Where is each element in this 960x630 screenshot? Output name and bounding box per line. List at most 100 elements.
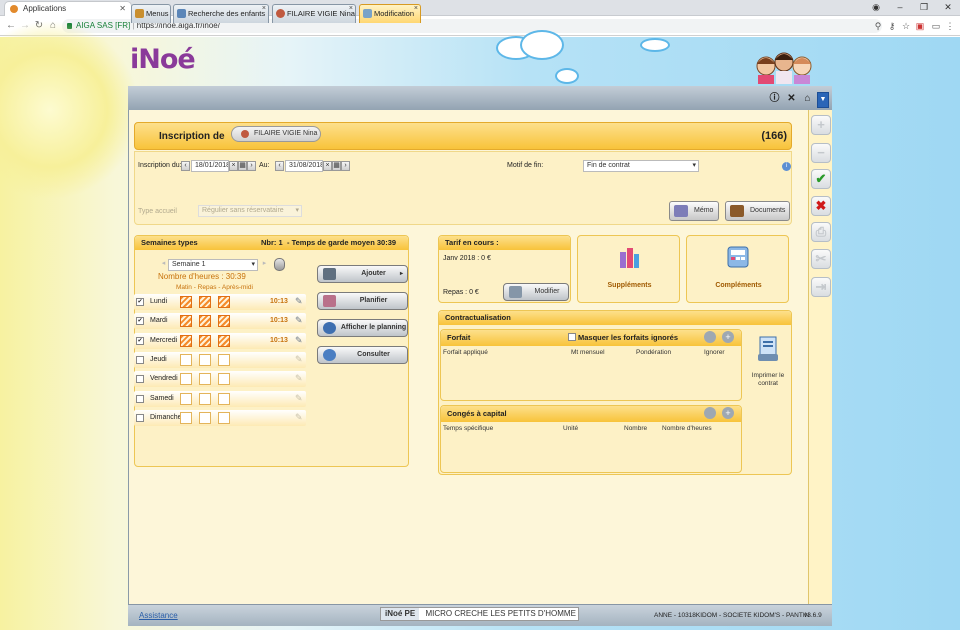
week-select[interactable]: Semaine 1 ▾ <box>168 259 258 271</box>
exit-icon[interactable]: ⇥ <box>811 277 831 297</box>
time-slot-cell[interactable] <box>199 412 211 424</box>
tab-child[interactable]: FILAIRE VIGIE Nina × <box>272 4 356 23</box>
close-all-icon[interactable]: ✕ <box>785 92 798 106</box>
documents-button[interactable]: Documents <box>725 201 790 221</box>
home-icon[interactable]: ⌂ <box>801 92 814 106</box>
time-slot-cell[interactable] <box>199 315 211 327</box>
cast-icon[interactable]: ▭ <box>930 19 942 33</box>
tools-icon[interactable] <box>704 331 716 343</box>
cancel-x-icon[interactable]: ✖ <box>811 196 831 216</box>
time-slot-cell[interactable] <box>180 335 192 347</box>
menu-dots-icon[interactable]: ⋮ <box>944 19 956 33</box>
time-slot-cell[interactable] <box>218 315 230 327</box>
time-slot-cell[interactable] <box>180 354 192 366</box>
time-slot-cell[interactable] <box>199 296 211 308</box>
info-icon[interactable]: ⓘ <box>768 92 781 106</box>
time-slot-cell[interactable] <box>199 373 211 385</box>
browser-tab[interactable]: Applications ✕ <box>4 1 132 16</box>
time-slot-cell[interactable] <box>199 393 211 405</box>
remove-icon[interactable]: − <box>811 143 831 163</box>
tab-modification[interactable]: Modification × <box>359 4 421 23</box>
date-next-icon[interactable]: › <box>341 161 350 171</box>
assistance-link[interactable]: Assistance <box>139 611 178 620</box>
time-slot-cell[interactable] <box>180 315 192 327</box>
minimize-icon[interactable]: – <box>888 0 912 16</box>
day-checkbox[interactable] <box>136 375 144 383</box>
time-slot-cell[interactable] <box>218 393 230 405</box>
time-slot-cell[interactable] <box>218 335 230 347</box>
add-icon[interactable]: + <box>722 331 734 343</box>
restore-icon[interactable]: ❐ <box>912 0 936 16</box>
date-from-input[interactable]: 18/01/2018 <box>191 160 229 172</box>
window-close-icon[interactable]: ✕ <box>936 0 960 16</box>
consulter-button[interactable]: Consulter <box>317 346 408 364</box>
time-slot-cell[interactable] <box>180 393 192 405</box>
add-icon[interactable]: + <box>811 115 831 135</box>
account-icon[interactable]: ◉ <box>864 0 888 16</box>
masquer-checkbox[interactable] <box>568 333 576 341</box>
child-name-button[interactable]: FILAIRE VIGIE Nina <box>231 126 321 142</box>
week-prev-icon[interactable]: ◂ <box>159 260 168 270</box>
day-checkbox[interactable] <box>136 395 144 403</box>
date-to-input[interactable]: 31/08/2018 <box>285 160 323 172</box>
chevron-down-icon[interactable]: ▼ <box>817 92 829 108</box>
day-checkbox[interactable]: ✔ <box>136 317 144 325</box>
info-icon[interactable]: i <box>782 162 791 171</box>
planifier-button[interactable]: Planifier <box>317 292 408 310</box>
time-slot-cell[interactable] <box>218 373 230 385</box>
close-tab-icon[interactable]: × <box>262 0 266 17</box>
date-prev-icon[interactable]: ‹ <box>275 161 284 171</box>
motif-select[interactable]: Fin de contrat ▾ <box>583 160 699 172</box>
imprimer-contrat-button[interactable]: Imprimer le contrat <box>747 332 789 392</box>
edit-pencil-icon[interactable]: ✎ <box>295 336 304 345</box>
print-icon[interactable]: ⎙ <box>811 222 831 242</box>
time-slot-cell[interactable] <box>218 354 230 366</box>
time-slot-cell[interactable] <box>199 354 211 366</box>
modifier-tarif-button[interactable]: Modifier <box>503 283 569 301</box>
day-checkbox[interactable] <box>136 414 144 422</box>
tab-menus[interactable]: Menus <box>131 4 171 23</box>
type-accueil-select[interactable]: Régulier sans réservataire ▾ <box>198 205 302 217</box>
trash-icon[interactable] <box>274 258 285 271</box>
edit-pencil-icon[interactable]: ✎ <box>295 374 304 383</box>
add-icon[interactable]: + <box>722 407 734 419</box>
zoom-icon[interactable]: ⚲ <box>872 19 884 33</box>
day-checkbox[interactable] <box>136 356 144 364</box>
bookmark-star-icon[interactable]: ☆ <box>900 19 912 33</box>
calendar-icon[interactable]: ▦ <box>238 161 247 171</box>
time-slot-cell[interactable] <box>218 296 230 308</box>
edit-pencil-icon[interactable]: ✎ <box>295 316 304 325</box>
close-tab-icon[interactable]: × <box>349 0 353 17</box>
close-tab-icon[interactable]: × <box>414 0 418 17</box>
clear-date-icon[interactable]: × <box>229 161 238 171</box>
edit-pencil-icon[interactable]: ✎ <box>295 413 304 422</box>
time-slot-cell[interactable] <box>180 296 192 308</box>
time-slot-cell[interactable] <box>180 412 192 424</box>
date-next-icon[interactable]: › <box>247 161 256 171</box>
memo-button[interactable]: Mémo <box>669 201 719 221</box>
complements-button[interactable]: Compléments <box>686 235 789 303</box>
key-icon[interactable]: ⚷ <box>886 19 898 33</box>
day-checkbox[interactable]: ✔ <box>136 298 144 306</box>
motif-label: Motif de fin: <box>507 162 544 169</box>
time-slot-cell[interactable] <box>218 412 230 424</box>
ajouter-button[interactable]: Ajouter ▸ <box>317 265 408 283</box>
date-prev-icon[interactable]: ‹ <box>181 161 190 171</box>
edit-pencil-icon[interactable]: ✎ <box>295 394 304 403</box>
extension-icon[interactable]: ▣ <box>914 19 926 33</box>
edit-pencil-icon[interactable]: ✎ <box>295 297 304 306</box>
day-checkbox[interactable]: ✔ <box>136 337 144 345</box>
close-tab-icon[interactable]: ✕ <box>119 2 126 16</box>
calendar-icon[interactable]: ▦ <box>332 161 341 171</box>
tools-icon[interactable] <box>704 407 716 419</box>
tab-recherche-enfants[interactable]: Recherche des enfants × <box>173 4 269 23</box>
time-slot-cell[interactable] <box>199 335 211 347</box>
afficher-planning-button[interactable]: Afficher le planning <box>317 319 408 337</box>
time-slot-cell[interactable] <box>180 373 192 385</box>
supplements-button[interactable]: Suppléments <box>577 235 680 303</box>
tools-icon[interactable]: ✂ <box>811 249 831 269</box>
clear-date-icon[interactable]: × <box>323 161 332 171</box>
validate-check-icon[interactable]: ✔ <box>811 169 831 189</box>
edit-pencil-icon[interactable]: ✎ <box>295 355 304 364</box>
week-next-icon[interactable]: ▸ <box>260 260 269 270</box>
